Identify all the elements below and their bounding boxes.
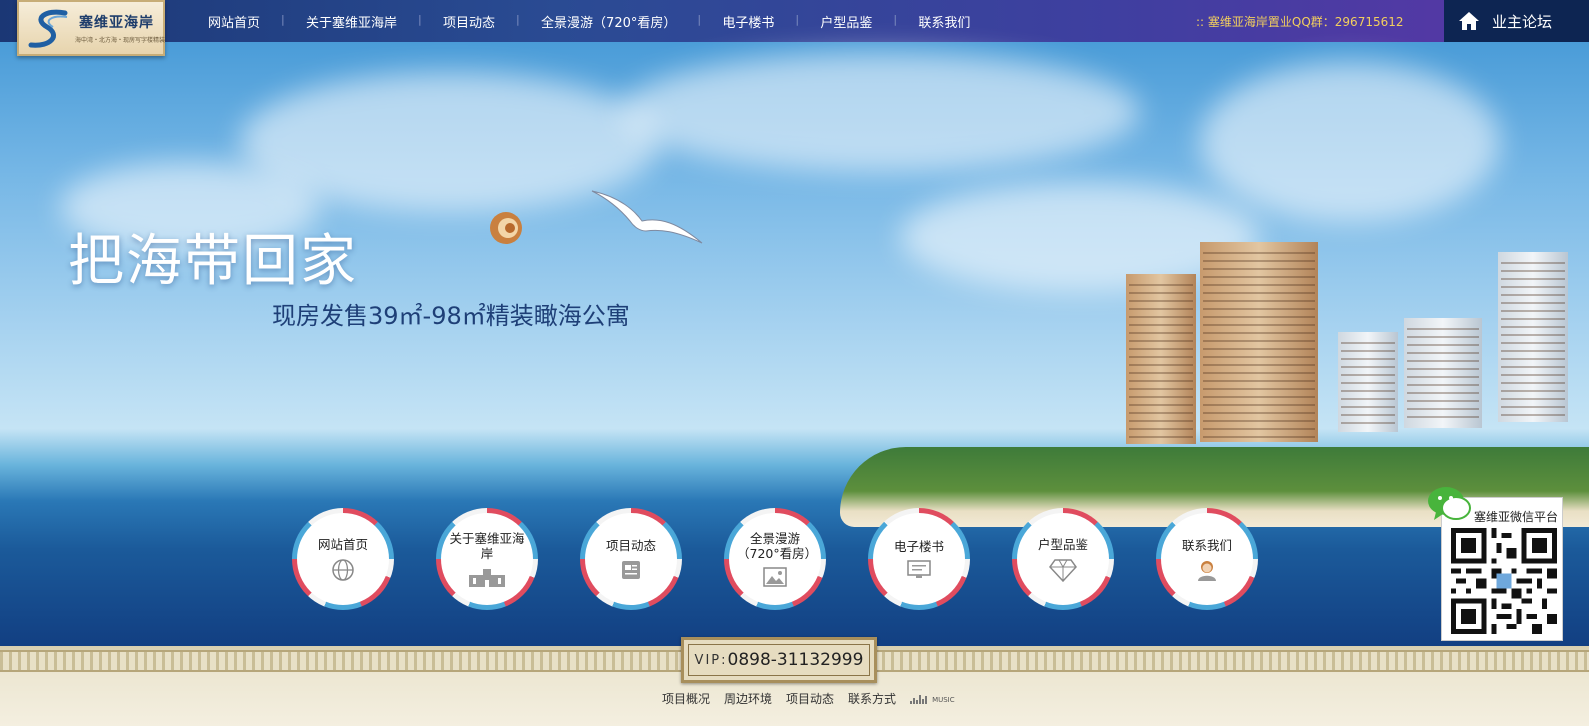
footer-link-contact[interactable]: 联系方式 [848,690,896,707]
building [1498,252,1568,422]
monitor-icon [907,559,931,578]
logo-tagline: 海中湾・北方海・现房写字楼精装 [75,37,166,44]
cloud [1200,62,1500,222]
home-icon [1459,12,1479,30]
circle-inner: 户型品鉴 [1017,513,1109,605]
seagull-icon [591,190,703,244]
circle-inner: 全景漫游（720°看房） [729,513,821,605]
footer-link-overview[interactable]: 项目概况 [662,690,710,707]
music-toggle[interactable]: MUSIC [910,694,955,704]
forum-label: 业主论坛 [1492,12,1553,31]
footer-links: 项目概况 周边环境 项目动态 联系方式 MUSIC [662,690,955,707]
circle-nav-contact[interactable]: 联系我们 [1156,508,1258,610]
globe-icon [332,558,354,581]
circle-nav-panorama[interactable]: 全景漫游（720°看房） [724,508,826,610]
footer-link-surroundings[interactable]: 周边环境 [724,690,772,707]
circle-label: 联系我们 [1181,537,1232,553]
music-bars-icon [910,694,928,704]
music-label: MUSIC [932,695,955,704]
contact-icon [1198,560,1216,581]
nav-contact[interactable]: 联系我们 [893,12,993,31]
circle-nav-floorplans[interactable]: 户型品鉴 [1012,508,1114,610]
vip-phone: 0898-31132999 [727,650,864,670]
vip-label: VIP: [694,652,728,668]
news-icon [622,560,640,579]
diamond-icon [1049,558,1077,582]
nav-home[interactable]: 网站首页 [185,12,283,31]
logo-name: 塞维亚海岸 [79,15,154,31]
circle-inner: 关于塞维亚海岸 [441,513,533,605]
wechat-icon [1428,487,1471,520]
circle-nav-ebook[interactable]: 电子楼书 [868,508,970,610]
forum-button[interactable]: 业主论坛 [1444,0,1589,42]
hero-subtitle: 现房发售39㎡-98㎡精装瞰海公寓 [272,302,630,330]
circle-nav-news[interactable]: 项目动态 [580,508,682,610]
qr-code [1451,528,1557,634]
hero-slogan: 把海带回家 [68,229,358,294]
circle-label: 关于塞维亚海岸 [449,531,525,561]
wechat-panel[interactable]: 塞维亚微信平台 [1428,487,1563,641]
nav-panorama[interactable]: 全景漫游（720°看房） [516,12,699,31]
cloud [620,52,1140,172]
circle-nav-home[interactable]: 网站首页 [292,508,394,610]
site-logo[interactable]: 塞维亚海岸 海中湾・北方海・现房写字楼精装 [17,0,165,56]
image-icon [763,567,787,587]
circle-label: 全景漫游（720°看房） [737,531,818,561]
top-nav-bar: 网站首页 关于塞维亚海岸 项目动态 全景漫游（720°看房） 电子楼书 户型品鉴… [0,0,1589,42]
building [1126,274,1196,444]
wechat-title: 塞维亚微信平台 [1474,510,1559,524]
nav-news[interactable]: 项目动态 [418,12,518,31]
qq-group-text: :: 塞维亚海岸置业QQ群：296715612 [1196,15,1404,29]
nav-ebook[interactable]: 电子楼书 [697,12,797,31]
building [1404,318,1482,428]
circle-label: 户型品鉴 [1037,536,1088,552]
circle-label: 电子楼书 [893,538,944,554]
circle-nav-about[interactable]: 关于塞维亚海岸 [436,508,538,610]
nav-floorplans[interactable]: 户型品鉴 [795,12,895,31]
circle-nav: 网站首页 关于塞维亚海岸 项目动态 全景漫游（720°看房） 电子楼书 户型品鉴 [292,508,1258,610]
logo-wave-icon [28,9,68,48]
circle-inner: 网站首页 [297,513,389,605]
nav-about[interactable]: 关于塞维亚海岸 [281,12,420,31]
footer-link-news[interactable]: 项目动态 [786,690,834,707]
circle-inner: 电子楼书 [873,513,965,605]
shell-icon [490,212,522,244]
vip-inner: VIP: 0898-31132999 [688,644,870,676]
building [1200,242,1318,442]
circle-inner: 项目动态 [585,513,677,605]
building-icon [469,569,505,587]
main-nav: 网站首页 关于塞维亚海岸 项目动态 全景漫游（720°看房） 电子楼书 户型品鉴… [185,0,993,42]
vip-hotline-box: VIP: 0898-31132999 [681,637,877,683]
circle-label: 项目动态 [605,537,656,553]
circle-label: 网站首页 [317,536,368,552]
circle-inner: 联系我们 [1161,513,1253,605]
building [1338,332,1398,432]
